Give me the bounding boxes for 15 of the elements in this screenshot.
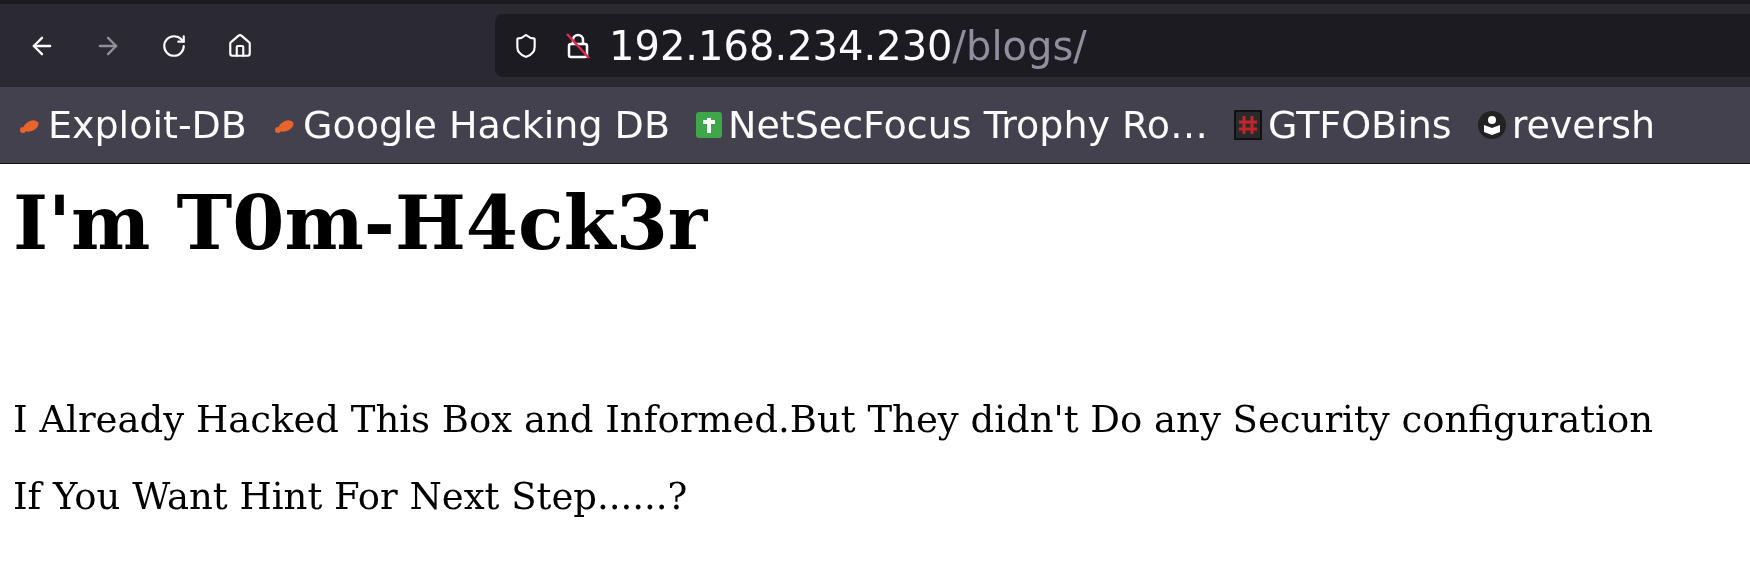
bookmark-item[interactable]: NetSecFocus Trophy Ro… xyxy=(695,106,1217,144)
address-bar[interactable]: 192.168.234.230/blogs/ xyxy=(495,14,1750,77)
bookmark-item[interactable]: GTFOBins xyxy=(1234,106,1460,144)
page-heading: I'm T0m-H4ck3r xyxy=(13,186,708,261)
shield-icon xyxy=(513,32,539,59)
home-icon xyxy=(227,32,253,59)
bookmark-item[interactable]: reversh xyxy=(1477,106,1664,144)
url-host: 192.168.234.230 xyxy=(609,25,953,66)
bookmark-item[interactable]: Google Hacking DB xyxy=(272,106,678,144)
insecure-lock-icon xyxy=(565,31,591,60)
book-icon xyxy=(1477,111,1506,139)
hash-icon xyxy=(1234,110,1263,140)
paragraph: If You Want Hint For Next Step......? xyxy=(13,478,688,515)
reload-icon xyxy=(161,32,187,59)
bookmark-item[interactable]: Exploit-DB xyxy=(18,106,255,144)
